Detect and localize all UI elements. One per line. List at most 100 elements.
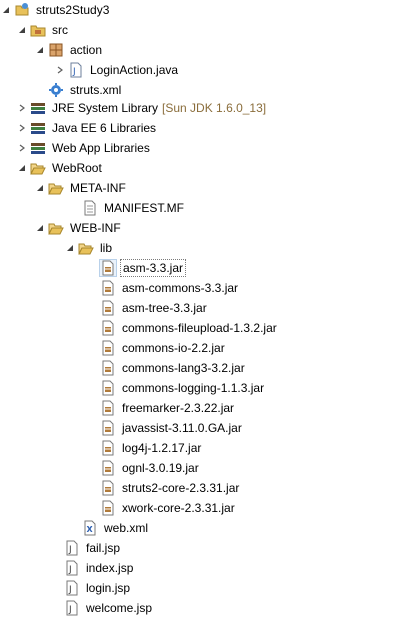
jar-file-icon bbox=[100, 460, 116, 476]
package-icon bbox=[48, 42, 64, 58]
jar-file-icon bbox=[100, 300, 116, 316]
node-label: WEB-INF bbox=[70, 221, 121, 235]
jar-file-icon bbox=[100, 440, 116, 456]
node-label: asm-commons-3.3.jar bbox=[122, 281, 239, 295]
jsp-file-icon: J bbox=[64, 580, 80, 596]
node-label: Java EE 6 Libraries bbox=[52, 121, 157, 135]
node-label: MANIFEST.MF bbox=[104, 201, 184, 215]
xml-file-icon: X bbox=[82, 520, 98, 536]
jsp-file-icon: J bbox=[64, 560, 80, 576]
jar-file-icon bbox=[100, 400, 116, 416]
node-label: ognl-3.0.19.jar bbox=[122, 461, 199, 475]
tree-node-loginaction-java[interactable]: J LoginAction.java bbox=[54, 60, 180, 80]
jar-file-icon bbox=[100, 380, 116, 396]
collapsed-arrow-icon[interactable] bbox=[54, 60, 66, 80]
tree-node-jar[interactable]: struts2-core-2.3.31.jar bbox=[100, 478, 241, 498]
tree-node-jsp[interactable]: J index.jsp bbox=[64, 558, 135, 578]
tree-node-project[interactable]: struts2Study3 bbox=[0, 0, 111, 20]
svg-text:J: J bbox=[72, 67, 76, 77]
tree-node-jar[interactable]: commons-fileupload-1.3.2.jar bbox=[100, 318, 279, 338]
tree-node-jar[interactable]: asm-3.3.jar bbox=[99, 258, 187, 278]
svg-text:J: J bbox=[68, 605, 72, 615]
collapsed-arrow-icon[interactable] bbox=[16, 118, 28, 138]
expanded-arrow-icon[interactable] bbox=[0, 0, 12, 20]
tree-node-javaee-library[interactable]: Java EE 6 Libraries bbox=[16, 118, 158, 138]
expanded-arrow-icon[interactable] bbox=[16, 20, 28, 40]
node-label: index.jsp bbox=[86, 561, 134, 575]
node-label: javassist-3.11.0.GA.jar bbox=[122, 421, 242, 435]
node-label: lib bbox=[100, 241, 113, 255]
svg-text:J: J bbox=[68, 545, 72, 555]
open-folder-icon bbox=[48, 180, 64, 196]
library-name: JRE System Library bbox=[52, 101, 159, 115]
expanded-arrow-icon[interactable] bbox=[16, 158, 28, 178]
node-label: Web App Libraries bbox=[52, 141, 150, 155]
expanded-arrow-icon[interactable] bbox=[64, 238, 76, 258]
node-label: LoginAction.java bbox=[90, 63, 179, 77]
tree-node-jar[interactable]: javassist-3.11.0.GA.jar bbox=[100, 418, 244, 438]
tree-node-package-action[interactable]: action bbox=[34, 40, 104, 60]
text-file-icon bbox=[82, 200, 98, 216]
expanded-arrow-icon[interactable] bbox=[34, 40, 46, 60]
jar-file-icon bbox=[99, 259, 117, 277]
node-label: asm-tree-3.3.jar bbox=[122, 301, 207, 315]
library-icon bbox=[30, 100, 46, 116]
tree-node-webapp-library[interactable]: Web App Libraries bbox=[16, 138, 152, 158]
source-folder-icon bbox=[30, 22, 46, 38]
tree-node-webroot[interactable]: WebRoot bbox=[16, 158, 104, 178]
node-label: asm-3.3.jar bbox=[120, 259, 187, 277]
tree-node-src[interactable]: src bbox=[16, 20, 70, 40]
node-label: struts2-core-2.3.31.jar bbox=[122, 481, 240, 495]
package-explorer-tree: struts2Study3 src action J LoginAction.j… bbox=[0, 0, 415, 618]
node-label: xwork-core-2.3.31.jar bbox=[122, 501, 235, 515]
open-folder-icon bbox=[48, 220, 64, 236]
collapsed-arrow-icon[interactable] bbox=[16, 138, 28, 158]
tree-node-jar[interactable]: ognl-3.0.19.jar bbox=[100, 458, 201, 478]
tree-node-jar[interactable]: commons-lang3-3.2.jar bbox=[100, 358, 247, 378]
node-label: JRE System Library [Sun JDK 1.6.0_13] bbox=[50, 100, 268, 116]
tree-node-lib[interactable]: lib bbox=[64, 238, 114, 258]
tree-node-meta-inf[interactable]: META-INF bbox=[34, 178, 128, 198]
tree-node-jsp[interactable]: J login.jsp bbox=[64, 578, 132, 598]
tree-node-jar[interactable]: xwork-core-2.3.31.jar bbox=[100, 498, 237, 518]
node-label: welcome.jsp bbox=[86, 601, 153, 615]
jar-file-icon bbox=[100, 500, 116, 516]
node-label: web.xml bbox=[104, 521, 149, 535]
tree-node-jre-library[interactable]: JRE System Library [Sun JDK 1.6.0_13] bbox=[16, 98, 268, 118]
open-folder-icon bbox=[30, 160, 46, 176]
tree-node-jar[interactable]: commons-logging-1.1.3.jar bbox=[100, 378, 266, 398]
node-label: META-INF bbox=[70, 181, 126, 195]
project-name: struts2Study3 bbox=[36, 3, 110, 17]
node-label: action bbox=[70, 43, 103, 57]
tree-node-jar[interactable]: asm-tree-3.3.jar bbox=[100, 298, 209, 318]
collapsed-arrow-icon[interactable] bbox=[16, 98, 28, 118]
tree-node-jar[interactable]: freemarker-2.3.22.jar bbox=[100, 398, 236, 418]
node-label: struts.xml bbox=[70, 83, 122, 97]
tree-node-web-inf[interactable]: WEB-INF bbox=[34, 218, 123, 238]
expanded-arrow-icon[interactable] bbox=[34, 218, 46, 238]
node-label: commons-io-2.2.jar bbox=[122, 341, 225, 355]
tree-node-jar[interactable]: asm-commons-3.3.jar bbox=[100, 278, 240, 298]
tree-node-jar[interactable]: log4j-1.2.17.jar bbox=[100, 438, 203, 458]
node-label: commons-logging-1.1.3.jar bbox=[122, 381, 265, 395]
jar-file-icon bbox=[100, 340, 116, 356]
jar-file-icon bbox=[100, 320, 116, 336]
tree-node-web-xml[interactable]: X web.xml bbox=[82, 518, 150, 538]
open-folder-icon bbox=[78, 240, 94, 256]
jar-file-icon bbox=[100, 280, 116, 296]
svg-text:J: J bbox=[68, 585, 72, 595]
jar-file-icon bbox=[100, 420, 116, 436]
node-label: log4j-1.2.17.jar bbox=[122, 441, 202, 455]
web-project-icon bbox=[14, 2, 30, 18]
tree-node-manifest[interactable]: MANIFEST.MF bbox=[82, 198, 186, 218]
library-icon bbox=[30, 120, 46, 136]
jar-file-icon bbox=[100, 480, 116, 496]
tree-node-jsp[interactable]: J fail.jsp bbox=[64, 538, 122, 558]
tree-node-struts-xml[interactable]: struts.xml bbox=[48, 80, 123, 100]
gear-xml-icon bbox=[48, 82, 64, 98]
node-label: fail.jsp bbox=[86, 541, 121, 555]
expanded-arrow-icon[interactable] bbox=[34, 178, 46, 198]
tree-node-jsp[interactable]: J welcome.jsp bbox=[64, 598, 154, 618]
tree-node-jar[interactable]: commons-io-2.2.jar bbox=[100, 338, 227, 358]
svg-text:J: J bbox=[68, 565, 72, 575]
